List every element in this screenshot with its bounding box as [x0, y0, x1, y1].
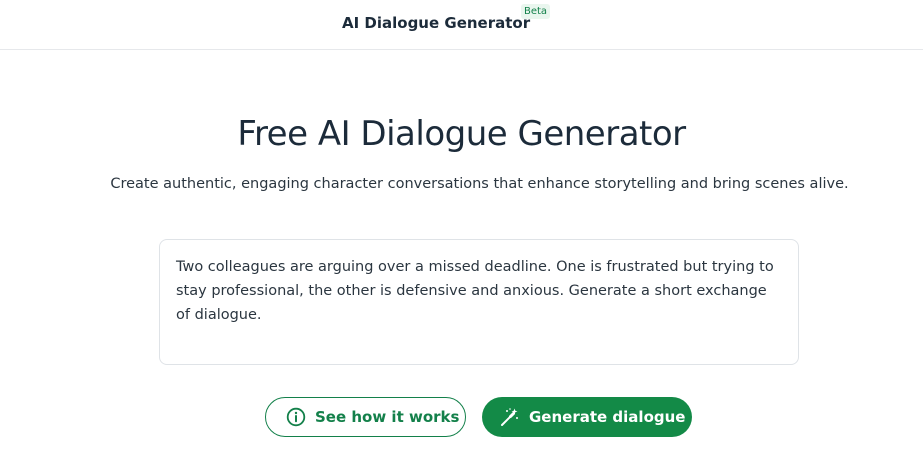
magic-wand-icon: [499, 407, 520, 428]
generate-dialogue-label: Generate dialogue: [529, 408, 686, 426]
page-title: Free AI Dialogue Generator: [237, 114, 686, 154]
page-subtitle: Create authentic, engaging character con…: [110, 176, 849, 192]
brand-title[interactable]: AI Dialogue Generator: [342, 14, 530, 32]
info-circle-icon: [285, 407, 306, 428]
see-how-it-works-label: See how it works: [315, 408, 460, 426]
prompt-textarea[interactable]: Two colleagues are arguing over a missed…: [159, 239, 799, 365]
beta-badge: Beta: [521, 4, 551, 19]
top-bar: AI Dialogue Generator Beta: [0, 0, 923, 50]
generate-dialogue-button[interactable]: Generate dialogue: [482, 397, 692, 437]
see-how-it-works-button[interactable]: See how it works: [265, 397, 466, 437]
